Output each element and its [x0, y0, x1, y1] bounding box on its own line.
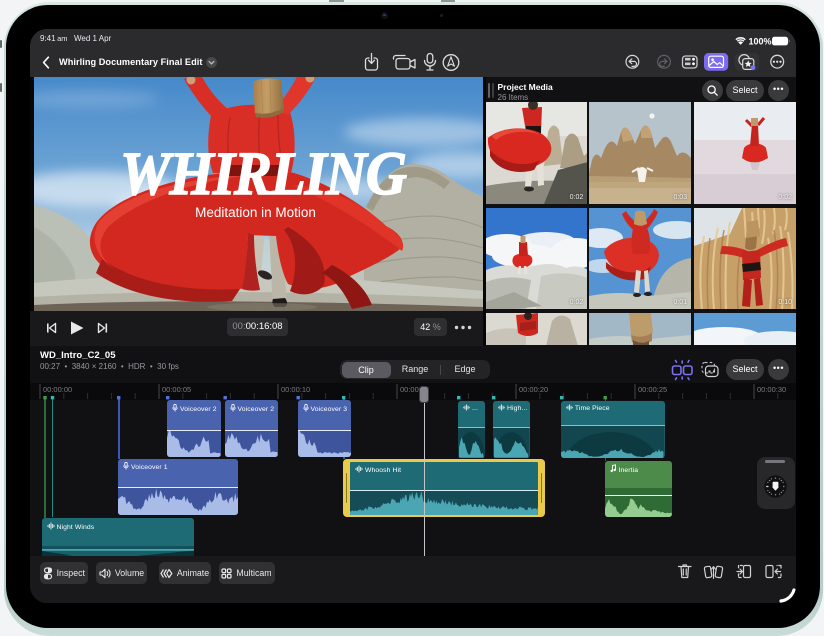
svg-text:00:00:25: 00:00:25: [638, 385, 667, 394]
svg-text:100%: 100%: [749, 36, 772, 46]
svg-text:00:00:20: 00:00:20: [519, 385, 548, 394]
svg-text:00:00:05: 00:00:05: [162, 385, 191, 394]
svg-text:00:00:00: 00:00:00: [43, 385, 72, 394]
svg-text:00:00:10: 00:00:10: [281, 385, 310, 394]
svg-text:00:00:30: 00:00:30: [757, 385, 786, 394]
